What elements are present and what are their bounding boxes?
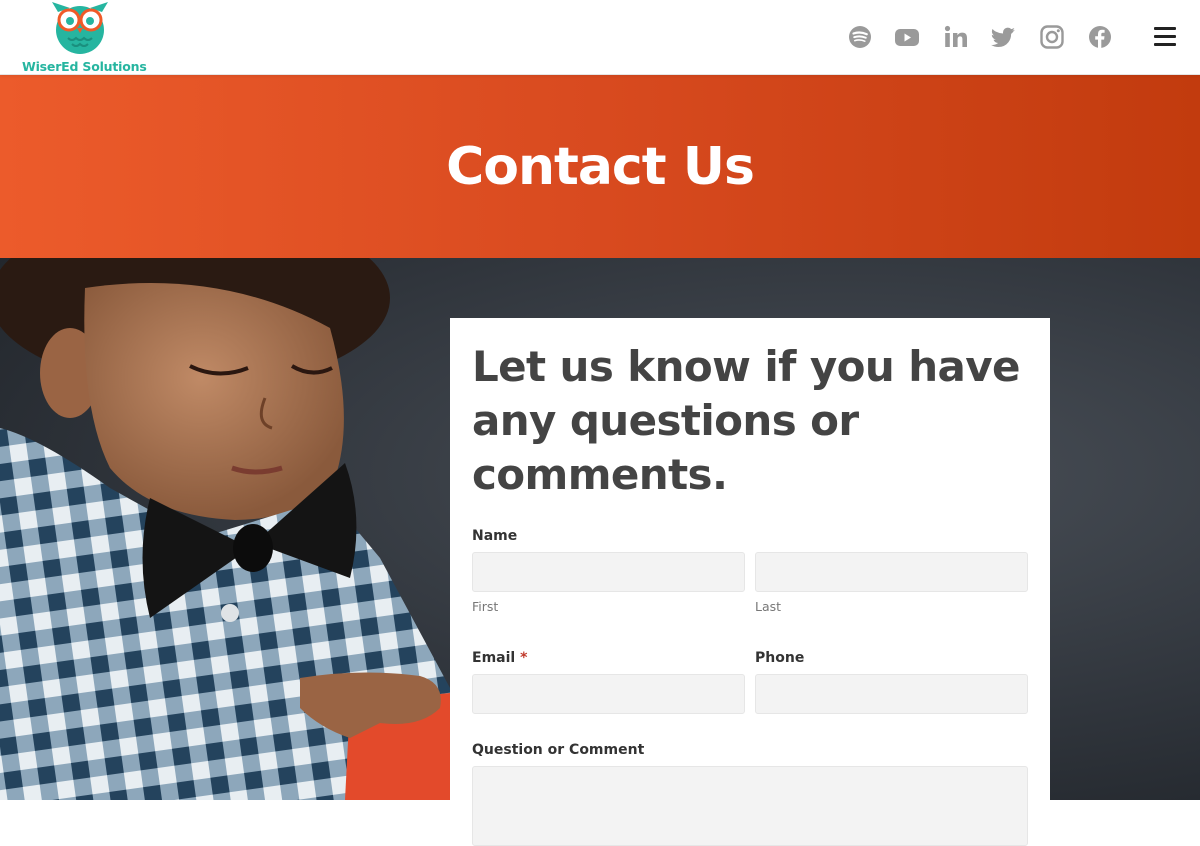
required-marker: * <box>520 650 528 666</box>
instagram-icon <box>1040 25 1064 49</box>
owl-logo-icon <box>52 2 108 54</box>
page-banner: Contact Us <box>0 75 1200 258</box>
name-label: Name <box>472 528 518 544</box>
contact-form-card: Let us know if you have any questions or… <box>450 318 1050 846</box>
email-label: Email * <box>472 650 527 666</box>
last-name-input[interactable] <box>755 552 1028 592</box>
site-header: WiserEd Solutions <box>0 0 1200 75</box>
youtube-icon <box>895 29 919 46</box>
facebook-link[interactable] <box>1087 24 1113 50</box>
phone-input[interactable] <box>755 674 1028 714</box>
comment-label: Question or Comment <box>472 742 645 758</box>
page-title: Contact Us <box>446 137 755 197</box>
hamburger-menu-icon[interactable] <box>1152 25 1178 49</box>
logo-text: WiserEd Solutions <box>22 59 147 74</box>
first-name-sublabel: First <box>472 599 499 614</box>
phone-label: Phone <box>755 650 805 666</box>
first-name-input[interactable] <box>472 552 745 592</box>
twitter-link[interactable] <box>991 24 1017 50</box>
last-name-sublabel: Last <box>755 599 782 614</box>
site-logo[interactable]: WiserEd Solutions <box>20 2 147 74</box>
spotify-icon <box>849 26 871 48</box>
form-heading: Let us know if you have any questions or… <box>472 342 1021 499</box>
linkedin-link[interactable] <box>943 24 969 50</box>
email-input[interactable] <box>472 674 745 714</box>
twitter-icon <box>991 27 1015 47</box>
spotify-link[interactable] <box>847 24 873 50</box>
facebook-icon <box>1089 26 1111 48</box>
linkedin-icon <box>944 25 967 47</box>
instagram-link[interactable] <box>1039 24 1065 50</box>
comment-textarea[interactable] <box>472 766 1028 846</box>
email-label-text: Email <box>472 650 516 666</box>
youtube-link[interactable] <box>894 24 920 50</box>
